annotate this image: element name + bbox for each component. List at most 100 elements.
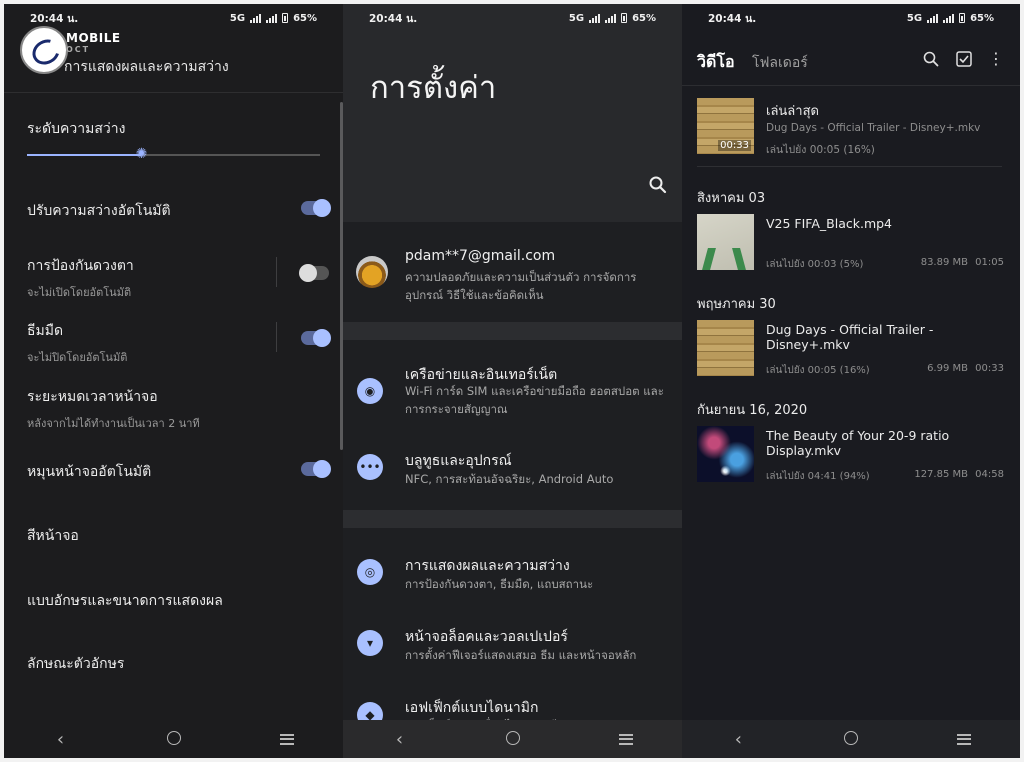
network-type: 5G [229,12,246,24]
account-subtitle: ความปลอดภัยและความเป็นส่วนตัว การจัดการอ… [405,270,637,302]
recent-label: เล่นล่าสุด [766,104,819,119]
video-title[interactable]: The Beauty of Your 20-9 ratio Display.mk… [766,428,1020,458]
signal-icon [927,13,939,23]
signal-icon [266,13,278,23]
setting-font-style[interactable]: ลักษณะตัวอักษร [27,653,329,675]
video-duration: 00:33 [718,140,751,151]
header-divider [4,92,343,93]
devices-icon: ••• [357,454,383,480]
section-gap [343,510,682,528]
eye-comfort-toggle[interactable] [299,264,329,282]
sun-icon[interactable]: ✺ [134,147,149,162]
status-bar: 20:44 น. 5G 65% [343,4,682,32]
display-settings-screen: 20:44 น. 5G 65% MOBILE OCT การแสดงผลและค… [4,4,343,758]
search-icon[interactable] [922,50,940,68]
signal-icon [605,13,617,23]
battery-icon [282,13,289,23]
search-icon[interactable] [648,175,668,195]
account-email: pdam**7@gmail.com [405,248,556,264]
video-thumbnail[interactable] [697,426,754,482]
tab-video[interactable]: วิดีโอ [697,50,735,75]
brightness-label: ระดับความสว่าง [27,121,126,137]
back-icon[interactable]: ‹ [41,729,81,750]
setting-dark-theme[interactable]: ธีมมืด จะไม่ปิดโดยอัตโนมัติ [27,320,329,366]
signal-icon [250,13,262,23]
status-bar: 20:44 น. 5G 65% [682,4,1020,32]
date-header: กันยายน 16, 2020 [697,403,808,418]
setting-auto-brightness[interactable]: ปรับความสว่างอัตโนมัติ [27,200,329,222]
setting-font-and-display-size[interactable]: แบบอักษรและขนาดการแสดงผล [27,590,329,612]
signal-icon [589,13,601,23]
display-icon: ◎ [357,559,383,585]
home-icon[interactable] [831,729,871,750]
recents-icon[interactable] [944,729,984,750]
home-icon[interactable] [493,729,533,750]
divider [276,322,277,352]
battery-level: 65% [293,12,317,24]
video-length: 04:58 [975,469,1004,480]
battery-level: 65% [632,12,656,24]
video-length: 00:33 [975,363,1004,374]
auto-brightness-toggle[interactable] [301,199,331,217]
brightness-slider[interactable]: ✺ [27,147,320,162]
video-thumbnail[interactable] [697,214,754,270]
divider [276,257,277,287]
battery-icon [959,13,966,23]
setting-screen-timeout[interactable]: ระยะหมดเวลาหน้าจอ หลังจากไม่ได้ทำงานเป็น… [27,386,329,432]
network-type: 5G [568,12,585,24]
setting-eye-comfort[interactable]: การป้องกันดวงตา จะไม่เปิดโดยอัตโนมัติ [27,255,329,301]
screenshot-frame: 20:44 น. 5G 65% MOBILE OCT การแสดงผลและค… [4,4,1020,758]
avatar [356,256,388,288]
navigation-bar: ‹ [4,720,343,758]
video-library-screen: 20:44 น. 5G 65% วิดีโอ โฟลเดอร์ ⋮ 00:33 … [682,4,1020,758]
video-length: 01:05 [975,257,1004,268]
video-size: 127.85 MB [914,469,968,480]
more-options-icon[interactable]: ⋮ [987,50,1005,68]
video-toolbar: วิดีโอ โฟลเดอร์ ⋮ [682,32,1020,86]
video-progress: เล่นไปยัง 00:03 (5%) [766,259,864,270]
settings-screen: 20:44 น. 5G 65% การตั้งค่า pdam**7@gmail… [343,4,682,758]
battery-level: 65% [970,12,994,24]
toolbar-divider [682,85,1020,86]
recents-icon[interactable] [606,729,646,750]
signal-icon [943,13,955,23]
home-icon[interactable] [154,729,194,750]
battery-icon [621,13,628,23]
video-thumbnail[interactable] [697,320,754,376]
video-size: 83.89 MB [920,257,968,268]
video-size: 6.99 MB [927,363,968,374]
date-header: พฤษภาคม 30 [697,297,776,312]
page-title: การตั้งค่า [370,70,497,106]
date-header: สิงหาคม 03 [697,191,766,206]
wifi-icon: ◉ [357,378,383,404]
setting-screen-color[interactable]: สีหน้าจอ [27,525,329,547]
divider [697,166,1002,167]
dark-theme-toggle[interactable] [301,329,331,347]
back-icon[interactable]: ‹ [380,729,420,750]
recents-icon[interactable] [267,729,307,750]
video-title[interactable]: V25 FIFA_Black.mp4 [766,216,892,231]
recent-video-progress: เล่นไปยัง 00:05 (16%) [766,144,875,156]
select-checkbox-icon[interactable] [955,50,973,68]
recent-video-title[interactable]: Dug Days - Official Trailer - Disney+.mk… [766,122,980,134]
lockscreen-icon: ▾ [357,630,383,656]
video-progress: เล่นไปยัง 04:41 (94%) [766,471,870,482]
status-time: 20:44 น. [30,12,79,25]
page-title: การแสดงผลและความสว่าง [64,59,229,75]
watermark-text: MOBILE OCT [66,31,121,54]
back-icon[interactable]: ‹ [718,729,758,750]
status-time: 20:44 น. [369,12,418,25]
watermark-logo [20,26,68,74]
tab-folder[interactable]: โฟลเดอร์ [752,52,808,74]
video-title[interactable]: Dug Days - Official Trailer - Disney+.mk… [766,322,1020,352]
section-gap [343,322,682,340]
settings-header [343,4,682,222]
setting-auto-rotate[interactable]: หมุนหน้าจออัตโนมัติ [27,461,329,483]
auto-rotate-toggle[interactable] [301,460,331,478]
status-time: 20:44 น. [708,12,757,25]
navigation-bar: ‹ [682,720,1020,758]
video-thumbnail[interactable]: 00:33 [697,98,754,154]
video-progress: เล่นไปยัง 00:05 (16%) [766,365,870,376]
network-type: 5G [906,12,923,24]
navigation-bar: ‹ [343,720,682,758]
